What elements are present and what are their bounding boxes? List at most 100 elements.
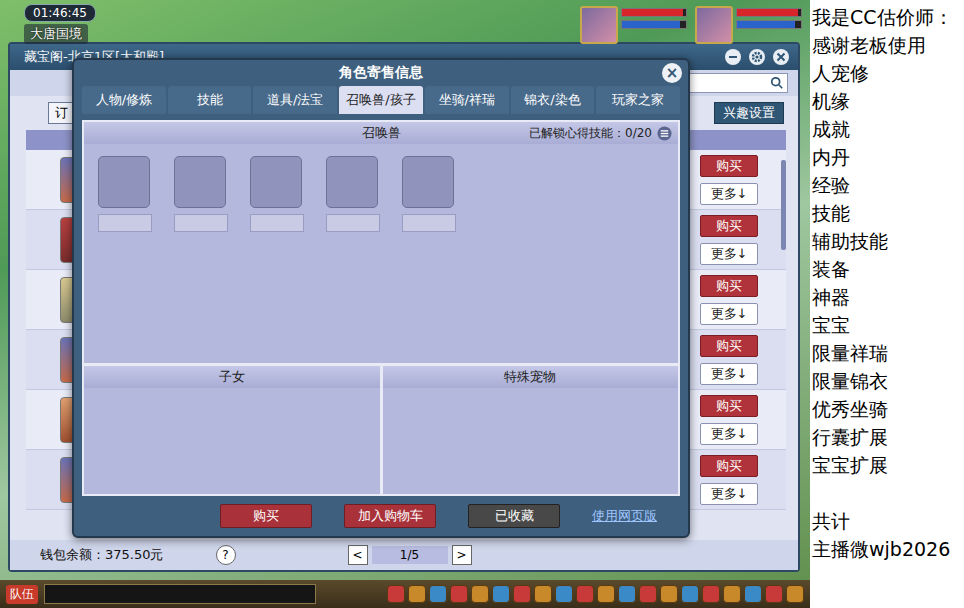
buy-button[interactable]: 购买 — [700, 215, 758, 237]
hp-bar — [736, 8, 802, 17]
overlay-item: 神器 — [812, 283, 964, 311]
wallet-balance: 钱包余额：375.50元 — [40, 546, 164, 564]
pet-slot-name — [326, 214, 380, 232]
shortcut-icon[interactable] — [765, 585, 783, 603]
buy-button[interactable]: 购买 — [700, 155, 758, 177]
shortcut-icon[interactable] — [639, 585, 657, 603]
row-actions: 购买更多↓ — [700, 395, 758, 445]
help-button[interactable]: ? — [216, 545, 236, 565]
overlay-item: 成就 — [812, 115, 964, 143]
dialog-button[interactable]: 购买 — [220, 504, 312, 528]
shortcut-icon[interactable] — [450, 585, 468, 603]
shortcut-icon[interactable] — [513, 585, 531, 603]
tab[interactable]: 坐骑/祥瑞 — [425, 86, 509, 114]
close-icon[interactable] — [772, 48, 790, 66]
dialog-button[interactable]: 使用网页版 — [592, 505, 657, 527]
special-pets-panel-header: 特殊宠物 — [383, 366, 679, 388]
scrollbar[interactable] — [781, 160, 786, 250]
more-button[interactable]: 更多↓ — [700, 363, 758, 385]
overlay-item: 机缘 — [812, 87, 964, 115]
market-footer: 钱包余额：375.50元?<1/5> — [10, 540, 798, 570]
shortcut-icon[interactable] — [786, 585, 804, 603]
shortcut-icon[interactable] — [702, 585, 720, 603]
pet-slot[interactable] — [326, 156, 380, 232]
screen: 01:46:45大唐国境藏宝阁-北京1区[大和殿]订兴趣设置购买更多↓购买更多↓… — [0, 0, 964, 608]
pet-slot[interactable] — [98, 156, 152, 232]
shortcut-icon[interactable] — [660, 585, 678, 603]
shortcut-icon[interactable] — [744, 585, 762, 603]
pet-slot[interactable] — [250, 156, 304, 232]
overlay-item: 装备 — [812, 255, 964, 283]
dialog-button[interactable]: 加入购物车 — [344, 504, 436, 528]
more-button[interactable]: 更多↓ — [700, 243, 758, 265]
chat-input[interactable] — [44, 584, 316, 604]
pet-slot[interactable] — [402, 156, 456, 232]
dialog-close-button[interactable]: × — [662, 63, 682, 83]
hud: 01:46:45大唐国境 — [24, 4, 96, 44]
shortcut-icon[interactable] — [387, 585, 405, 603]
tab[interactable]: 人物/修炼 — [82, 86, 166, 114]
tab[interactable]: 道具/法宝 — [253, 86, 337, 114]
unlocked-skills: 已解锁心得技能：0/20 — [529, 125, 652, 142]
role-info-dialog: 角色寄售信息×人物/修炼技能道具/法宝召唤兽/孩子坐骑/祥瑞锦衣/染色玩家之家召… — [72, 58, 690, 538]
list-icon[interactable] — [657, 126, 672, 141]
more-button[interactable]: 更多↓ — [700, 423, 758, 445]
more-button[interactable]: 更多↓ — [700, 183, 758, 205]
party-member[interactable] — [580, 6, 687, 44]
buy-button[interactable]: 购买 — [700, 335, 758, 357]
overlay-item: 人宠修 — [812, 59, 964, 87]
shortcut-icon[interactable] — [492, 585, 510, 603]
pet-slot[interactable] — [174, 156, 228, 232]
pet-slot-name — [402, 214, 456, 232]
shortcut-icon[interactable] — [555, 585, 573, 603]
pets-panel-header: 召唤兽已解锁心得技能：0/20 — [84, 122, 678, 144]
shortcut-icon[interactable] — [471, 585, 489, 603]
overlay-item: 技能 — [812, 199, 964, 227]
minimize-icon[interactable] — [724, 48, 742, 66]
row-actions: 购买更多↓ — [700, 155, 758, 205]
tab[interactable]: 技能 — [168, 86, 252, 114]
party-member[interactable] — [695, 6, 802, 44]
prev-page-button[interactable]: < — [348, 545, 368, 565]
overlay-item: 内丹 — [812, 143, 964, 171]
portrait-icon — [580, 6, 618, 44]
shortcut-icon[interactable] — [429, 585, 447, 603]
streamer-overlay: 我是CC估价师：感谢老板使用人宠修机缘成就内丹经验技能辅助技能装备神器宝宝限量祥… — [810, 0, 964, 608]
buy-button[interactable]: 购买 — [700, 275, 758, 297]
pet-slot-box — [98, 156, 150, 208]
more-button[interactable]: 更多↓ — [700, 483, 758, 505]
row-actions: 购买更多↓ — [700, 275, 758, 325]
pet-slot-box — [326, 156, 378, 208]
filter-button[interactable]: 订 — [48, 102, 75, 124]
shortcut-icon[interactable] — [723, 585, 741, 603]
status-bars — [736, 6, 802, 29]
tab[interactable]: 玩家之家 — [596, 86, 680, 114]
shortcut-icon[interactable] — [618, 585, 636, 603]
overlay-item: 行囊扩展 — [812, 423, 964, 451]
gear-icon[interactable] — [748, 48, 766, 66]
shortcut-icon[interactable] — [534, 585, 552, 603]
team-button[interactable]: 队伍 — [6, 585, 38, 604]
status-bars — [621, 6, 687, 29]
dialog-body: 召唤兽已解锁心得技能：0/20子女特殊宠物 — [82, 120, 680, 496]
more-button[interactable]: 更多↓ — [700, 303, 758, 325]
game-view: 01:46:45大唐国境藏宝阁-北京1区[大和殿]订兴趣设置购买更多↓购买更多↓… — [0, 0, 810, 608]
pet-slots — [84, 144, 678, 244]
magnifier-icon — [770, 76, 784, 90]
row-actions: 购买更多↓ — [700, 215, 758, 265]
pet-slot-name — [250, 214, 304, 232]
shortcut-icon[interactable] — [408, 585, 426, 603]
dialog-button[interactable]: 已收藏 — [468, 504, 560, 528]
overlay-item: 限量祥瑞 — [812, 339, 964, 367]
tab[interactable]: 锦衣/染色 — [511, 86, 595, 114]
shortcut-icon[interactable] — [681, 585, 699, 603]
interest-button[interactable]: 兴趣设置 — [714, 102, 784, 124]
tab[interactable]: 召唤兽/孩子 — [339, 86, 423, 114]
next-page-button[interactable]: > — [452, 545, 472, 565]
pet-slot-name — [174, 214, 228, 232]
buy-button[interactable]: 购买 — [700, 455, 758, 477]
dialog-actions: 购买 加入购物车 已收藏 使用网页版 — [74, 496, 688, 536]
buy-button[interactable]: 购买 — [700, 395, 758, 417]
shortcut-icon[interactable] — [597, 585, 615, 603]
shortcut-icon[interactable] — [576, 585, 594, 603]
